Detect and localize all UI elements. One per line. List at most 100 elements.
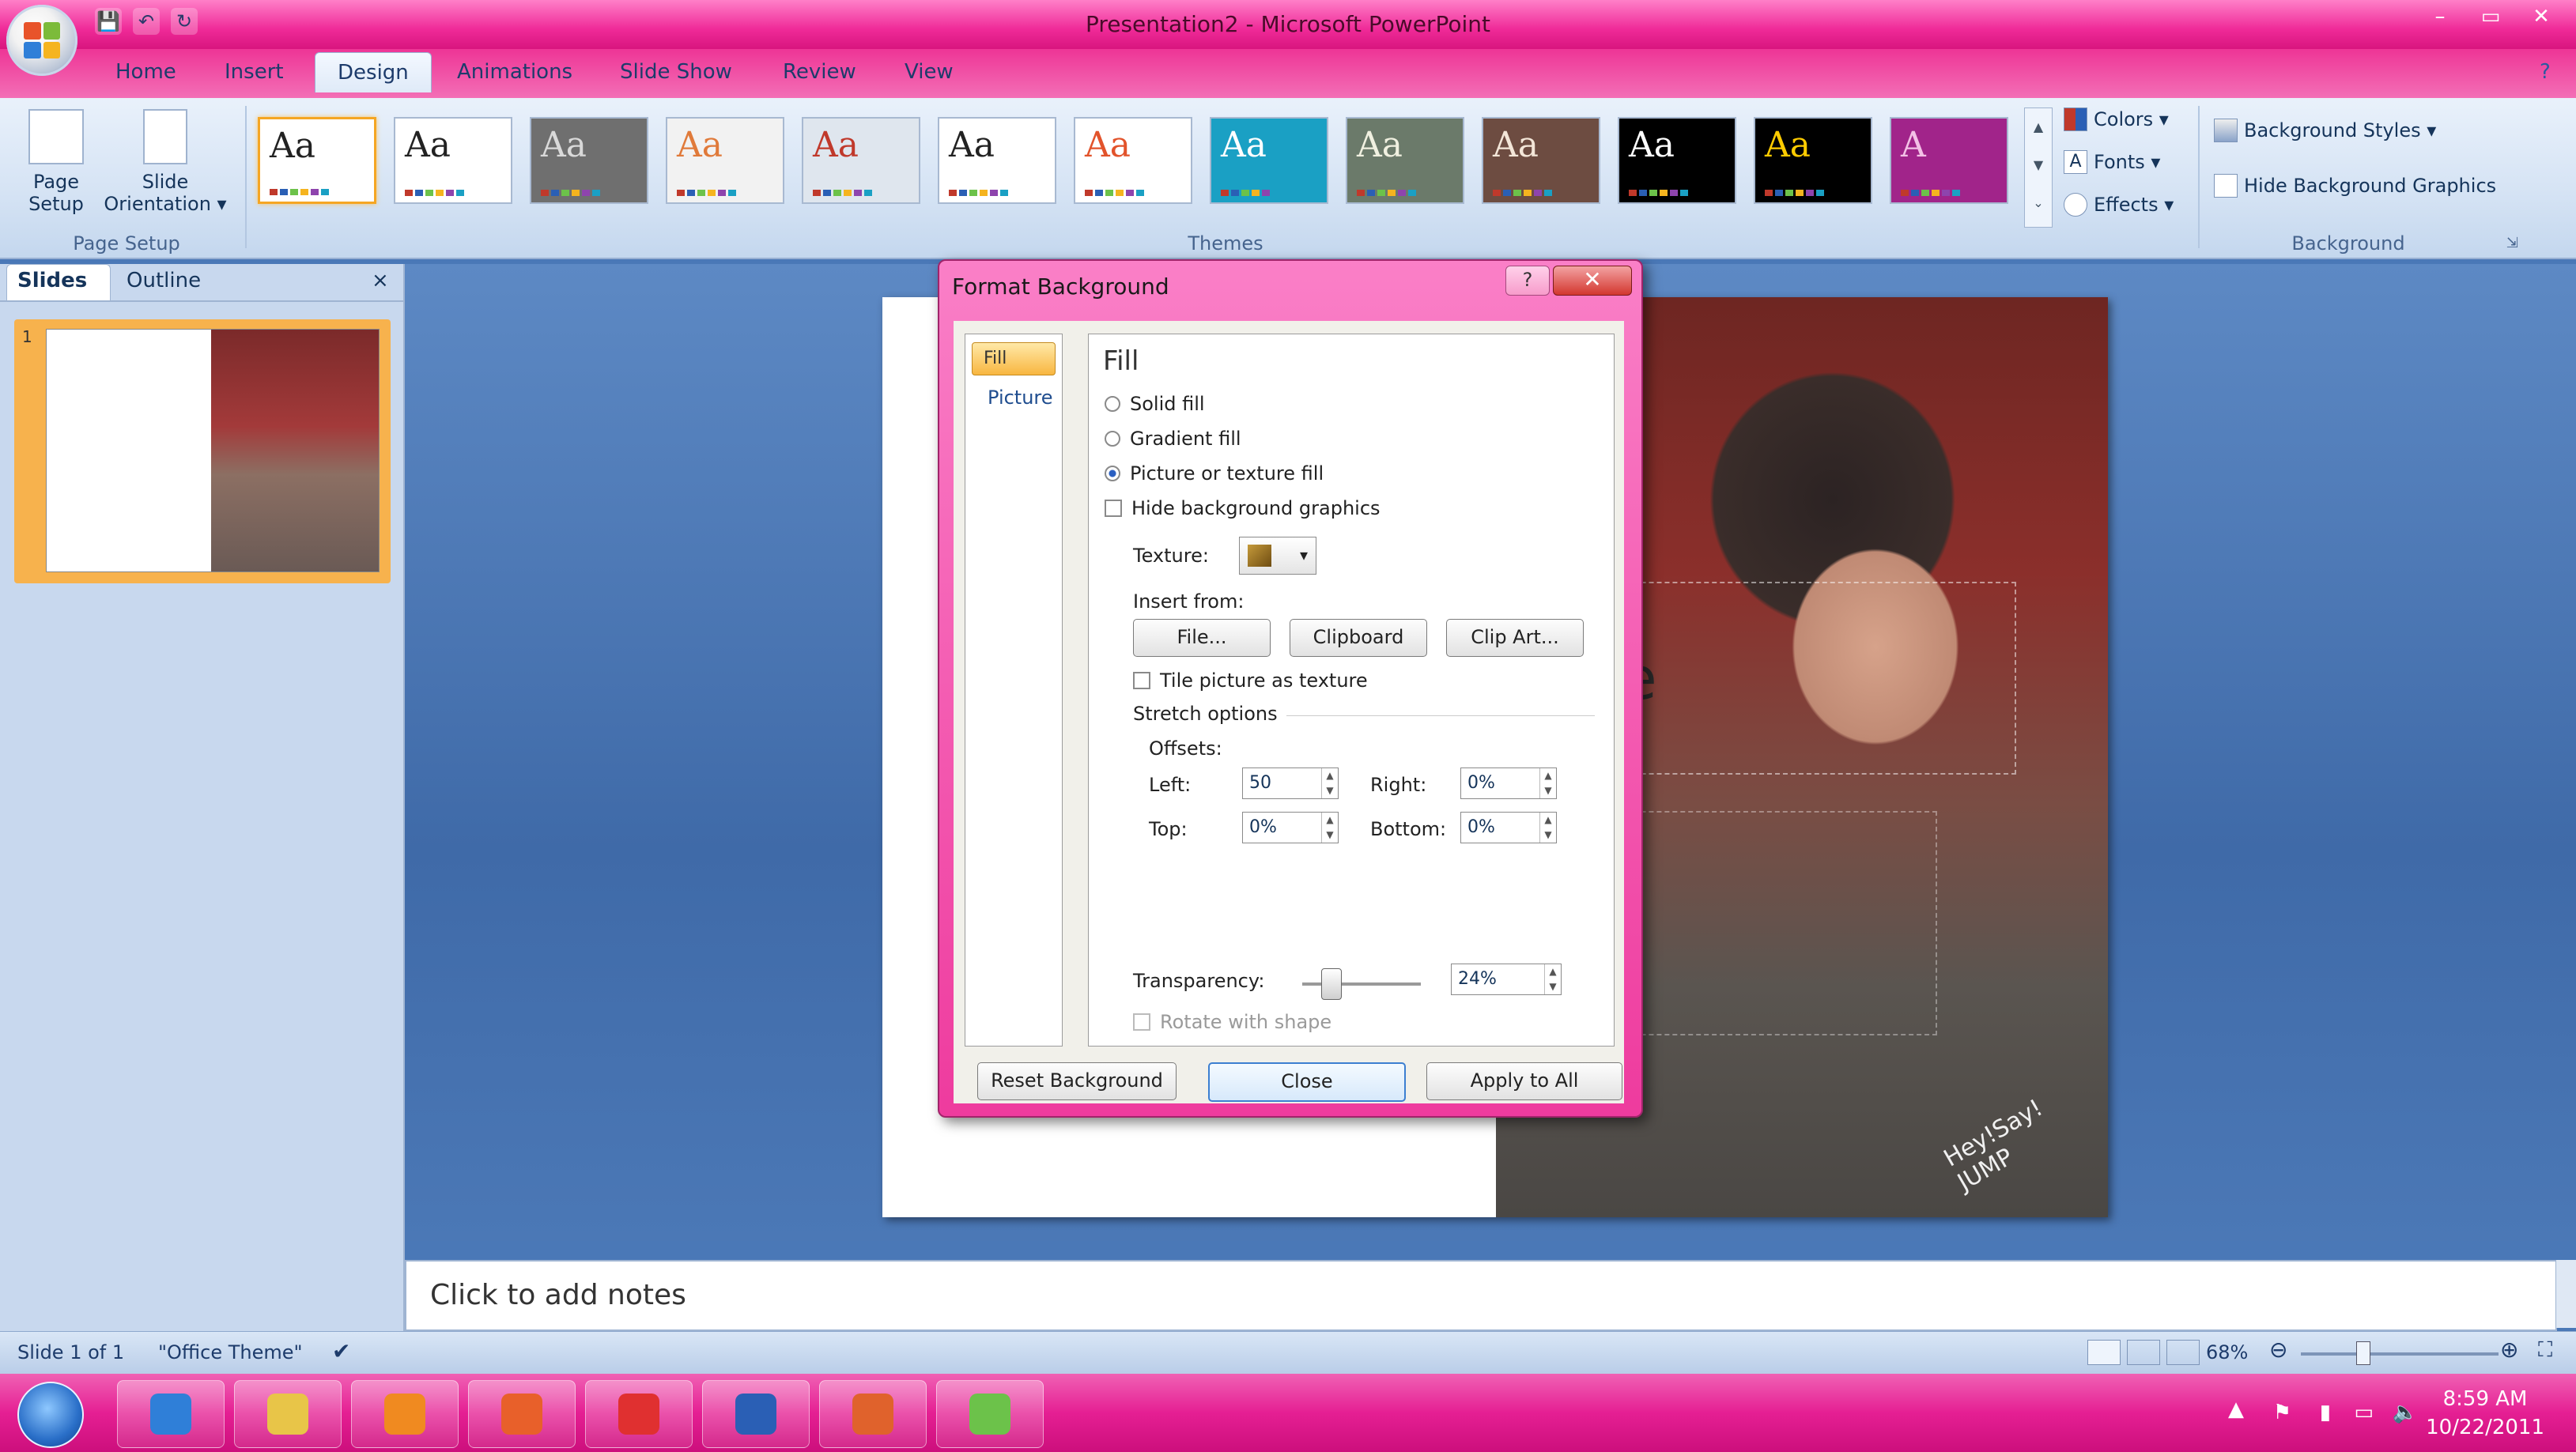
left-offset-input[interactable]: 50 ▲ ▼	[1242, 767, 1339, 799]
solid-fill-option[interactable]: Solid fill	[1105, 393, 1205, 415]
taskbar-media[interactable]	[351, 1380, 459, 1448]
tab-home[interactable]: Home	[115, 60, 176, 84]
flag-icon[interactable]: ⚑	[2273, 1401, 2291, 1424]
page-setup-button[interactable]: Page Setup	[21, 109, 92, 215]
transparency-slider-thumb[interactable]	[1321, 968, 1342, 1000]
theme-thumbnail[interactable]: Aa	[258, 117, 376, 204]
taskbar-powerpoint[interactable]	[819, 1380, 927, 1448]
theme-thumbnail[interactable]: Aa	[1482, 117, 1600, 204]
rotate-with-shape-option[interactable]: Rotate with shape	[1133, 1011, 1331, 1033]
tab-design[interactable]: Design	[315, 52, 432, 92]
texture-dropdown[interactable]: ▾	[1239, 537, 1316, 575]
bottom-offset-input[interactable]: 0% ▲ ▼	[1460, 812, 1557, 843]
gradient-fill-radio[interactable]	[1105, 431, 1120, 447]
close-window-button[interactable]: ✕	[2517, 3, 2565, 32]
theme-thumbnail[interactable]: Aa	[938, 117, 1056, 204]
zoom-slider-thumb[interactable]	[2356, 1341, 2370, 1365]
office-button[interactable]	[6, 5, 77, 76]
background-styles-button[interactable]: Background Styles ▾	[2214, 119, 2436, 142]
tab-review[interactable]: Review	[783, 60, 856, 84]
zoom-slider[interactable]	[2301, 1352, 2499, 1356]
taskbar-word[interactable]	[702, 1380, 810, 1448]
reset-background-button[interactable]: Reset Background	[977, 1062, 1177, 1100]
tile-option[interactable]: Tile picture as texture	[1133, 669, 1368, 692]
zoom-in-icon[interactable]: ⊕	[2500, 1337, 2518, 1363]
theme-thumbnail[interactable]: Aa	[802, 117, 920, 204]
solid-fill-radio[interactable]	[1105, 396, 1120, 412]
spinner-icon[interactable]: ▲ ▼	[1321, 768, 1338, 798]
tab-insert[interactable]: Insert	[225, 60, 284, 84]
theme-thumbnail[interactable]: Aa	[1346, 117, 1464, 204]
spinner-icon[interactable]: ▲ ▼	[1544, 964, 1561, 994]
fit-slide-icon[interactable]: ⛶	[2538, 1338, 2552, 1363]
slide-thumbnail[interactable]: 1	[14, 319, 391, 583]
battery-icon[interactable]: ▮	[2320, 1401, 2331, 1424]
theme-thumbnail[interactable]: Aa	[1618, 117, 1736, 204]
theme-thumbnail[interactable]: Aa	[1210, 117, 1328, 204]
tile-check[interactable]	[1133, 672, 1150, 689]
tab-slide-show[interactable]: Slide Show	[620, 60, 732, 84]
spinner-icon[interactable]: ▲ ▼	[1321, 813, 1338, 843]
nav-picture[interactable]: Picture	[988, 387, 1062, 409]
taskbar-firefox[interactable]	[468, 1380, 576, 1448]
dialog-close-button[interactable]: ✕	[1553, 266, 1632, 296]
start-button[interactable]	[17, 1382, 84, 1448]
theme-thumbnail[interactable]: A	[1890, 117, 2008, 204]
transparency-input[interactable]: 24% ▲ ▼	[1451, 964, 1562, 995]
top-offset-input[interactable]: 0% ▲ ▼	[1242, 812, 1339, 843]
theme-thumbnail[interactable]: Aa	[1074, 117, 1192, 204]
slide-orientation-button[interactable]: Slide Orientation ▾	[98, 109, 232, 215]
spinner-icon[interactable]: ▲ ▼	[1539, 813, 1556, 843]
theme-thumbnail[interactable]: Aa	[394, 117, 512, 204]
gradient-fill-option[interactable]: Gradient fill	[1105, 428, 1241, 450]
dialog-launcher-icon[interactable]: ⇲	[2506, 235, 2518, 251]
spinner-icon[interactable]: ▲ ▼	[1539, 768, 1556, 798]
notes-scrollbar[interactable]	[2555, 1260, 2576, 1328]
hide-background-graphics-option[interactable]: Hide background graphics	[1105, 497, 1381, 519]
picture-texture-fill-option[interactable]: Picture or texture fill	[1105, 462, 1324, 485]
hide-background-graphics-checkbox[interactable]: Hide Background Graphics	[2214, 174, 2496, 198]
help-icon[interactable]: ?	[2540, 60, 2551, 84]
tab-slides[interactable]: Slides	[17, 269, 87, 292]
taskbar-app-green[interactable]	[936, 1380, 1044, 1448]
effects-button[interactable]: Effects ▾	[2064, 193, 2174, 217]
show-hidden-icons-icon[interactable]: ▲	[2228, 1397, 2244, 1421]
close-panel-icon[interactable]: ×	[372, 269, 389, 292]
theme-thumbnail[interactable]: Aa	[1754, 117, 1872, 204]
close-button[interactable]: Close	[1208, 1062, 1406, 1102]
spell-check-icon[interactable]: ✔	[332, 1338, 350, 1364]
normal-view-icon[interactable]	[2087, 1340, 2121, 1365]
slide-sorter-icon[interactable]	[2127, 1340, 2160, 1365]
taskbar-explorer[interactable]	[234, 1380, 342, 1448]
theme-thumbnail[interactable]: Aa	[666, 117, 784, 204]
minimize-button[interactable]: –	[2416, 3, 2464, 32]
notes-pane[interactable]: Click to add notes	[405, 1260, 2557, 1331]
apply-to-all-button[interactable]: Apply to All	[1426, 1062, 1622, 1100]
right-offset-input[interactable]: 0% ▲ ▼	[1460, 767, 1557, 799]
picture-texture-fill-radio[interactable]	[1105, 466, 1120, 481]
zoom-level[interactable]: 68%	[2206, 1341, 2248, 1363]
rotate-with-shape-check[interactable]	[1133, 1013, 1150, 1031]
transparency-slider[interactable]	[1302, 982, 1421, 986]
clock[interactable]: 8:59 AM 10/22/2011	[2426, 1385, 2544, 1442]
theme-thumbnail[interactable]: Aa	[530, 117, 648, 204]
dialog-help-button[interactable]: ?	[1505, 266, 1550, 296]
gallery-scroll[interactable]: ▲ ▼ ⌄	[2024, 107, 2053, 228]
network-icon[interactable]: ▭	[2354, 1401, 2374, 1424]
file-button[interactable]: File...	[1133, 619, 1271, 657]
nav-fill[interactable]: Fill	[972, 342, 1056, 375]
hide-background-graphics-check[interactable]	[1105, 500, 1122, 517]
volume-icon[interactable]: 🔈	[2393, 1401, 2418, 1424]
taskbar-ie[interactable]	[117, 1380, 225, 1448]
slide-show-icon[interactable]	[2166, 1340, 2200, 1365]
colors-button[interactable]: Colors ▾	[2064, 107, 2169, 131]
zoom-out-icon[interactable]: ⊖	[2269, 1337, 2287, 1363]
tab-outline[interactable]: Outline	[127, 269, 201, 292]
fonts-button[interactable]: A Fonts ▾	[2064, 150, 2160, 174]
clip-art-button[interactable]: Clip Art...	[1446, 619, 1584, 657]
tab-animations[interactable]: Animations	[457, 60, 572, 84]
restore-button[interactable]: ▭	[2467, 3, 2514, 32]
taskbar-app-s[interactable]	[585, 1380, 693, 1448]
tab-view[interactable]: View	[905, 60, 954, 84]
clipboard-button[interactable]: Clipboard	[1290, 619, 1427, 657]
